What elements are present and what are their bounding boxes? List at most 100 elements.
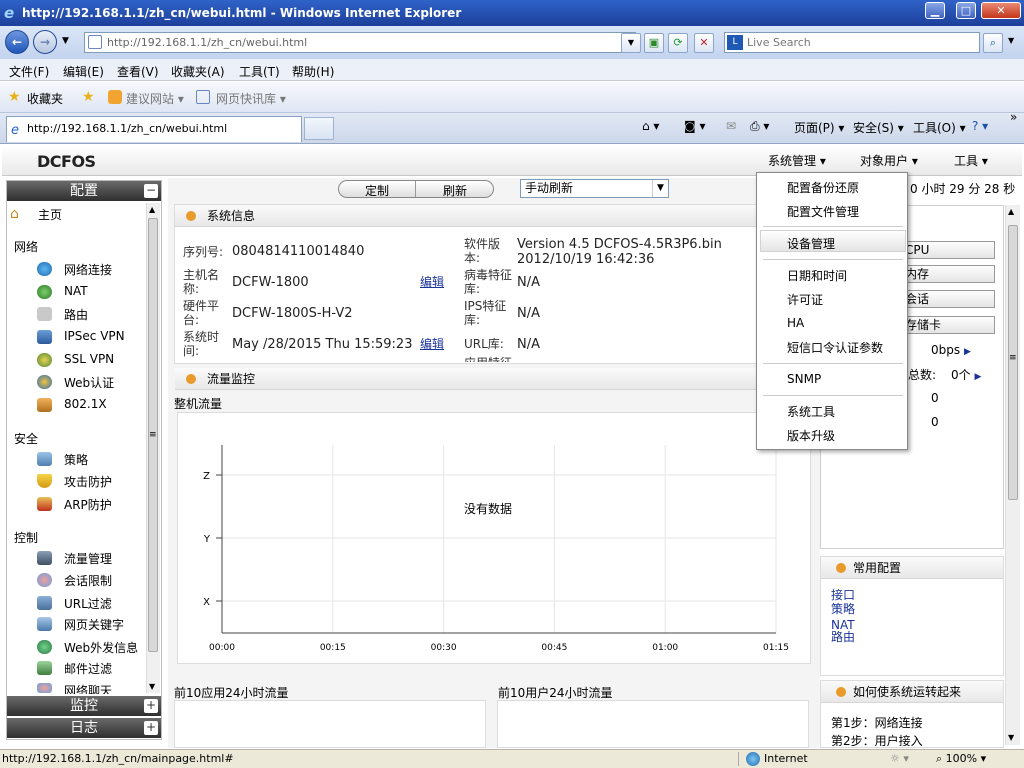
refresh-button[interactable]: 刷新 <box>443 182 467 199</box>
protected-mode-icon[interactable]: ☼ ▾ <box>890 750 909 768</box>
menu-ha[interactable]: HA <box>787 316 804 330</box>
menu-tools[interactable]: 工具(T) <box>239 63 280 80</box>
address-dropdown-icon[interactable]: ▼ <box>621 33 641 53</box>
link-policy[interactable]: 策略 <box>831 603 855 616</box>
sidebar-item-network-connection[interactable]: 网络连接 <box>64 261 112 278</box>
sidebar-item-traffic-mgmt[interactable]: 流量管理 <box>64 550 112 567</box>
storage-card-button[interactable]: 存储卡 <box>900 316 995 334</box>
collapse-icon[interactable]: − <box>144 184 158 198</box>
menu-file[interactable]: 文件(F) <box>9 63 49 80</box>
search-input[interactable]: L Live Search <box>724 32 980 53</box>
refresh-mode-select[interactable]: 手动刷新 ▼ <box>520 179 669 198</box>
window-title-bar: e http://192.168.1.1/zh_cn/webui.html - … <box>0 0 1024 26</box>
sidebar-item-8021x[interactable]: 802.1X <box>64 397 107 411</box>
sidebar-item-nat[interactable]: NAT <box>64 284 88 298</box>
sidebar-item-mail-filter[interactable]: 邮件过滤 <box>64 660 112 677</box>
back-button[interactable]: ← <box>5 30 29 54</box>
menu-config-file[interactable]: 配置文件管理 <box>787 203 859 220</box>
scroll-down-icon[interactable]: ▼ <box>149 682 155 691</box>
sidebar-item-ipsec-vpn[interactable]: IPSec VPN <box>64 329 125 343</box>
forward-button[interactable]: → <box>33 30 57 54</box>
sidebar-item-attack-defense[interactable]: 攻击防护 <box>64 473 112 490</box>
divider <box>738 752 739 766</box>
browser-tab[interactable]: e http://192.168.1.1/zh_cn/webui.html <box>6 116 302 142</box>
bps-value[interactable]: 0bps ▶ <box>931 343 971 357</box>
custom-button[interactable]: 定制 <box>365 182 389 199</box>
print-icon[interactable]: ⎙ ▾ <box>750 119 769 134</box>
menu-date-time[interactable]: 日期和时间 <box>787 267 847 284</box>
sidebar-item-route[interactable]: 路由 <box>64 306 88 323</box>
link-interface[interactable]: 接口 <box>831 589 855 602</box>
memory-button[interactable]: 内存 <box>900 265 995 283</box>
new-tab-button[interactable] <box>304 117 334 140</box>
sidebar-item-web-outbound[interactable]: Web外发信息 <box>64 639 138 656</box>
suggested-sites-link[interactable]: 建议网站 ▾ <box>126 90 184 107</box>
menu-system-tools[interactable]: 系统工具 <box>787 403 835 420</box>
expand-icon[interactable]: + <box>144 721 158 735</box>
page-scroll-up-icon[interactable]: ▲ <box>1008 207 1014 216</box>
menu-help[interactable]: 帮助(H) <box>292 63 334 80</box>
stop-icon[interactable]: ✕ <box>694 33 714 53</box>
sidebar-item-ssl-vpn[interactable]: SSL VPN <box>64 352 114 366</box>
chevron-more-icon[interactable]: » <box>1010 110 1017 124</box>
sidebar-item-policy[interactable]: 策略 <box>64 451 88 468</box>
topmenu-system[interactable]: 系统管理 ▾ <box>768 152 826 169</box>
edit-time-link[interactable]: 编辑 <box>420 337 444 351</box>
sidebar-item-arp-defense[interactable]: ARP防护 <box>64 496 112 513</box>
page-scroll-down-icon[interactable]: ▼ <box>1008 733 1014 742</box>
history-dropdown-icon[interactable]: ▼ <box>62 36 69 46</box>
sidebar-item-web-auth[interactable]: Web认证 <box>64 374 114 391</box>
refresh-icon[interactable]: ⟳ <box>668 33 688 53</box>
session-total-value[interactable]: 0个 ▶ <box>951 366 981 383</box>
session-button[interactable]: 会话 <box>900 290 995 308</box>
close-button[interactable]: ✕ <box>981 2 1021 19</box>
menu-snmp[interactable]: SNMP <box>787 372 821 386</box>
step-2[interactable]: 第2步：用户接入 <box>831 732 923 746</box>
menu-license[interactable]: 许可证 <box>787 291 823 308</box>
search-options-icon[interactable]: ▼ <box>1008 36 1014 45</box>
zoom-control[interactable]: ⌕ 100% ▾ <box>936 750 986 768</box>
maximize-button[interactable]: □ <box>956 2 976 19</box>
expand-icon[interactable]: + <box>144 699 158 713</box>
web-slice-gallery-link[interactable]: 网页快讯库 ▾ <box>216 90 286 107</box>
sidebar-item-url-filter[interactable]: URL过滤 <box>64 595 112 612</box>
menu-config-backup[interactable]: 配置备份还原 <box>787 179 859 196</box>
add-favorite-icon[interactable]: ★ <box>82 89 95 105</box>
bullet-icon <box>836 563 846 573</box>
feeds-icon[interactable]: ◙ ▾ <box>684 119 705 133</box>
home-icon[interactable]: ⌂ ▾ <box>642 119 659 133</box>
menu-view[interactable]: 查看(V) <box>117 63 159 80</box>
search-button[interactable]: ⌕ <box>983 33 1003 53</box>
sidebar-item-web-keyword[interactable]: 网页关键字 <box>64 616 124 633</box>
compat-view-icon[interactable]: ▣ <box>644 33 664 53</box>
minimize-button[interactable]: ▁ <box>925 2 945 19</box>
sidebar-item-chat[interactable]: 网络聊天 <box>64 682 112 694</box>
sidebar-header-log[interactable]: 日志 + <box>7 718 161 738</box>
scroll-up-icon[interactable]: ▲ <box>149 205 155 214</box>
menu-sms-auth[interactable]: 短信口令认证参数 <box>787 339 883 356</box>
hostname-value: DCFW-1800 <box>232 275 309 290</box>
edit-hostname-link[interactable]: 编辑 <box>420 275 444 289</box>
menu-upgrade[interactable]: 版本升级 <box>787 427 835 444</box>
sidebar-header-monitor[interactable]: 监控 + <box>7 696 161 716</box>
help-icon[interactable]: ? ▾ <box>972 119 988 133</box>
favorites-button[interactable]: 收藏夹 <box>27 90 63 107</box>
menu-edit[interactable]: 编辑(E) <box>63 63 104 80</box>
topmenu-tools[interactable]: 工具 ▾ <box>954 152 988 169</box>
link-route[interactable]: 路由 <box>831 631 855 644</box>
sidebar-header-config[interactable]: 配置 − <box>7 181 161 201</box>
menu-device-mgmt[interactable]: 设备管理 <box>787 235 835 252</box>
menu-favorites[interactable]: 收藏夹(A) <box>171 63 225 80</box>
software-value: Version 4.5 DCFOS-4.5R3P6.bin 2012/10/19… <box>517 237 722 267</box>
sidebar-item-session-limit[interactable]: 会话限制 <box>64 572 112 589</box>
topmenu-objects[interactable]: 对象用户 ▾ <box>860 152 918 169</box>
cpu-button[interactable]: CPU <box>900 241 995 259</box>
sidebar-home[interactable]: 主页 <box>38 206 62 223</box>
tools-menu[interactable]: 工具(O) ▾ <box>913 119 966 136</box>
step-1[interactable]: 第1步：网络连接 <box>831 714 923 731</box>
chart-x-tick-label: 01:00 <box>652 643 678 653</box>
safety-menu[interactable]: 安全(S) ▾ <box>853 119 904 136</box>
page-menu[interactable]: 页面(P) ▾ <box>794 119 844 136</box>
read-mail-icon[interactable]: ✉ <box>726 119 736 133</box>
address-input[interactable]: http://192.168.1.1/zh_cn/webui.html <box>84 32 636 53</box>
